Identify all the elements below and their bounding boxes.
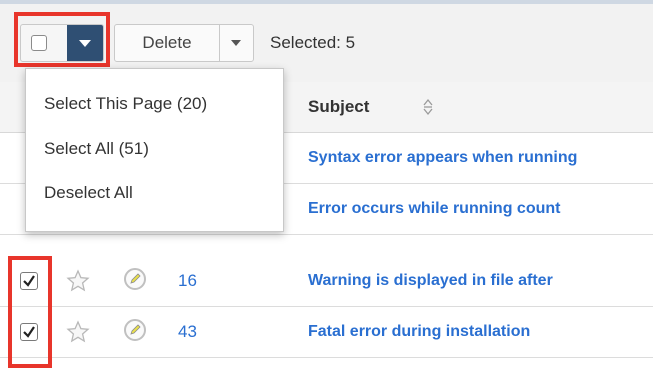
menu-item-deselect-all[interactable]: Deselect All bbox=[44, 180, 133, 206]
pencil-icon bbox=[130, 324, 141, 335]
mass-select-dropdown-menu: Select This Page (20) Select All (51) De… bbox=[25, 68, 284, 232]
caret-down-icon bbox=[231, 40, 241, 46]
row-subject-link[interactable]: Syntax error appears when running bbox=[308, 133, 653, 183]
row-subject-link[interactable]: Warning is displayed in file after bbox=[308, 256, 653, 306]
row-number[interactable]: 16 bbox=[178, 256, 197, 306]
highlight-box-mass-select bbox=[14, 12, 110, 67]
pencil-icon bbox=[130, 273, 141, 284]
row-subject-link[interactable]: Error occurs while running count bbox=[308, 184, 653, 234]
delete-button[interactable]: Delete bbox=[115, 25, 219, 61]
menu-item-select-this-page[interactable]: Select This Page (20) bbox=[44, 91, 207, 117]
table-row: 43 Fatal error during installation bbox=[0, 307, 653, 358]
row-number[interactable]: 43 bbox=[178, 307, 197, 357]
delete-button-group: Delete bbox=[114, 24, 254, 62]
row-subject-link[interactable]: Fatal error during installation bbox=[308, 307, 653, 357]
table-row: 16 Warning is displayed in file after bbox=[0, 256, 653, 307]
selected-count: Selected: 5 bbox=[270, 33, 356, 52]
star-icon[interactable] bbox=[66, 320, 90, 344]
highlight-box-row-checkboxes bbox=[8, 256, 52, 368]
edit-button[interactable] bbox=[124, 268, 146, 290]
star-icon[interactable] bbox=[66, 269, 90, 293]
menu-item-select-all[interactable]: Select All (51) bbox=[44, 136, 149, 162]
edit-button[interactable] bbox=[124, 319, 146, 341]
actions-dropdown-button[interactable] bbox=[220, 25, 253, 61]
column-header-subject[interactable]: Subject bbox=[308, 82, 369, 132]
sort-icon[interactable] bbox=[422, 98, 434, 116]
